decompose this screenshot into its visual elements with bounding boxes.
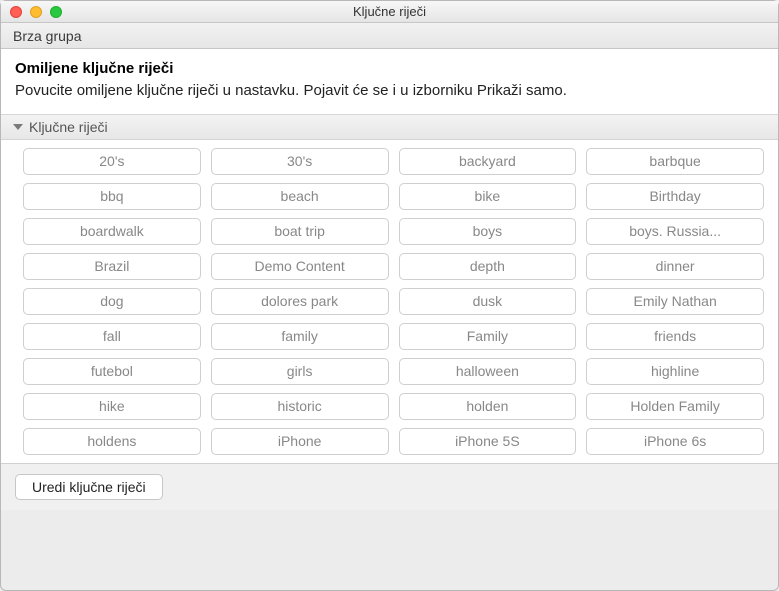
keyword-token[interactable]: Emily Nathan	[586, 288, 764, 315]
keyword-token[interactable]: Holden Family	[586, 393, 764, 420]
keyword-token[interactable]: holden	[399, 393, 577, 420]
keyword-token[interactable]: futebol	[23, 358, 201, 385]
keyword-token[interactable]: Demo Content	[211, 253, 389, 280]
titlebar: Ključne riječi	[1, 1, 778, 23]
keyword-token[interactable]: Birthday	[586, 183, 764, 210]
intro-title: Omiljene ključne riječi	[15, 59, 764, 79]
keyword-token[interactable]: iPhone 5S	[399, 428, 577, 455]
keyword-token[interactable]: fall	[23, 323, 201, 350]
keyword-token[interactable]: iPhone	[211, 428, 389, 455]
keyword-token[interactable]: barbque	[586, 148, 764, 175]
keyword-token[interactable]: Brazil	[23, 253, 201, 280]
keyword-token[interactable]: dolores park	[211, 288, 389, 315]
keyword-token[interactable]: boardwalk	[23, 218, 201, 245]
keyword-token[interactable]: hike	[23, 393, 201, 420]
keyword-token[interactable]: girls	[211, 358, 389, 385]
keyword-token[interactable]: friends	[586, 323, 764, 350]
keyword-token[interactable]: iPhone 6s	[586, 428, 764, 455]
window-title: Ključne riječi	[1, 4, 778, 19]
keyword-token[interactable]: holdens	[23, 428, 201, 455]
keyword-token[interactable]: boys. Russia...	[586, 218, 764, 245]
keyword-token[interactable]: depth	[399, 253, 577, 280]
keyword-token[interactable]: highline	[586, 358, 764, 385]
keyword-token[interactable]: bike	[399, 183, 577, 210]
keyword-token[interactable]: boat trip	[211, 218, 389, 245]
keyword-token[interactable]: Family	[399, 323, 577, 350]
keyword-token[interactable]: beach	[211, 183, 389, 210]
intro-description: Povucite omiljene ključne riječi u nasta…	[15, 81, 764, 101]
keyword-token[interactable]: dog	[23, 288, 201, 315]
keyword-token[interactable]: halloween	[399, 358, 577, 385]
keyword-token[interactable]: backyard	[399, 148, 577, 175]
keyword-token[interactable]: bbq	[23, 183, 201, 210]
keyword-token[interactable]: dinner	[586, 253, 764, 280]
keyword-token[interactable]: boys	[399, 218, 577, 245]
intro-section: Omiljene ključne riječi Povucite omiljen…	[1, 49, 778, 115]
keyword-token[interactable]: 30's	[211, 148, 389, 175]
keyword-token[interactable]: 20's	[23, 148, 201, 175]
group-label[interactable]: Brza grupa	[13, 28, 81, 44]
keywords-section-header[interactable]: Ključne riječi	[1, 115, 778, 140]
keyword-token[interactable]: family	[211, 323, 389, 350]
chevron-down-icon	[13, 124, 23, 130]
keywords-grid: 20's 30's backyard barbque bbq beach bike Birth…	[1, 140, 778, 463]
keyword-token[interactable]: historic	[211, 393, 389, 420]
section-header-label: Ključne riječi	[29, 119, 108, 135]
footer: Uredi ključne riječi	[1, 463, 778, 510]
edit-keywords-button[interactable]: Uredi ključne riječi	[15, 474, 163, 500]
toolbar: Brza grupa	[1, 23, 778, 49]
keyword-token[interactable]: dusk	[399, 288, 577, 315]
